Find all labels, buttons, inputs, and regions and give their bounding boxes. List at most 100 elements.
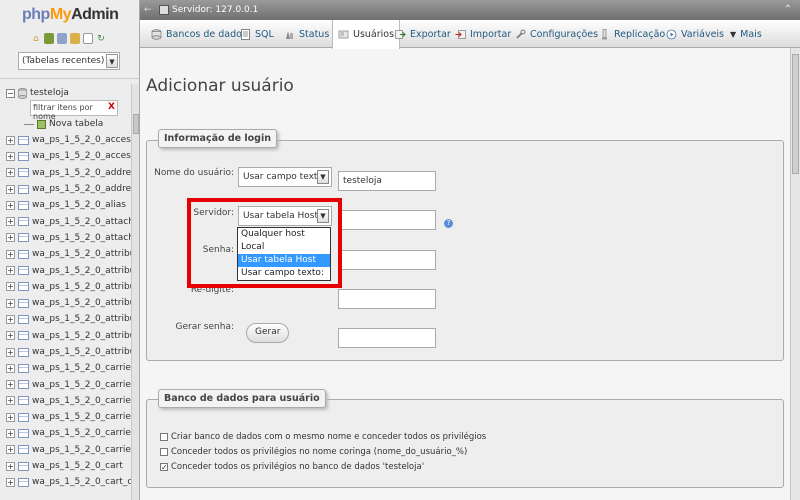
table-item[interactable]: + wa_ps_1_5_2_0_attribute_	[6, 262, 136, 278]
table-name: wa_ps_1_5_2_0_carrier	[32, 363, 135, 374]
collapse-icon[interactable]: −	[6, 88, 15, 98]
expand-icon[interactable]: +	[6, 445, 15, 455]
expand-icon[interactable]: +	[6, 266, 15, 276]
expand-icon[interactable]: +	[6, 233, 15, 243]
tab-import[interactable]: Importar	[450, 20, 516, 48]
docs-icon[interactable]	[70, 33, 80, 44]
table-item[interactable]: + wa_ps_1_5_2_0_attribute_	[6, 311, 136, 327]
table-item[interactable]: + wa_ps_1_5_2_0_carrier	[6, 360, 136, 376]
table-item[interactable]: + wa_ps_1_5_2_0_alias	[6, 197, 136, 213]
table-item[interactable]: + wa_ps_1_5_2_0_carrier_ta	[6, 425, 136, 441]
server-input[interactable]	[338, 210, 436, 230]
table-item[interactable]: + wa_ps_1_5_2_0_carrier_la	[6, 393, 136, 409]
expand-icon[interactable]: +	[6, 461, 15, 471]
option-row[interactable]: Conceder todos os privilégios no nome co…	[160, 447, 467, 457]
expand-icon[interactable]: +	[6, 282, 15, 292]
tab-settings[interactable]: Configurações	[510, 20, 603, 48]
nav-scrollbar[interactable]	[131, 84, 139, 500]
page-title: Adicionar usuário	[146, 76, 294, 96]
expand-icon[interactable]: +	[6, 217, 15, 227]
tab-replication[interactable]: Replicação	[594, 20, 670, 48]
table-name: wa_ps_1_5_2_0_carrier_s	[32, 412, 136, 423]
username-type-select[interactable]: Usar campo texto: ▼	[238, 167, 332, 187]
expand-icon[interactable]: +	[6, 331, 15, 341]
table-item[interactable]: + wa_ps_1_5_2_0_carrier_g	[6, 376, 136, 392]
collapse-icon[interactable]: ⌃	[784, 0, 792, 20]
password-input[interactable]	[338, 250, 436, 270]
help-icon[interactable]: ?	[444, 219, 453, 228]
filter-input[interactable]: filtrar itens por nome X	[30, 100, 118, 121]
option-row[interactable]: ✓ Conceder todos os privilégios no banco…	[160, 462, 424, 472]
back-arrow-icon[interactable]: ←	[144, 0, 152, 20]
generated-password-field[interactable]	[338, 328, 436, 348]
home-icon[interactable]: ⌂	[31, 33, 41, 44]
database-fieldset	[146, 399, 784, 488]
database-item[interactable]: − testeloja	[6, 86, 136, 100]
expand-icon[interactable]: +	[6, 428, 15, 438]
server-link[interactable]: Servidor: 127.0.0.1	[172, 0, 258, 20]
expand-icon[interactable]: +	[6, 396, 15, 406]
scrollbar-thumb[interactable]	[792, 54, 799, 174]
table-item[interactable]: + wa_ps_1_5_2_0_attribute	[6, 246, 136, 262]
tab-more[interactable]: ▼ Mais	[725, 20, 767, 48]
table-name: wa_ps_1_5_2_0_attachme	[32, 216, 136, 227]
expand-icon[interactable]: +	[6, 200, 15, 210]
expand-icon[interactable]: +	[6, 151, 15, 161]
table-item[interactable]: + wa_ps_1_5_2_0_attachme	[6, 230, 136, 246]
tab-export[interactable]: Exportar	[390, 20, 456, 48]
exit-icon[interactable]	[44, 33, 54, 44]
help-icon[interactable]	[83, 33, 93, 44]
username-input[interactable]: testeloja	[338, 171, 436, 191]
expand-icon[interactable]: +	[6, 168, 15, 178]
table-name: wa_ps_1_5_2_0_alias	[32, 200, 126, 211]
table-item[interactable]: + wa_ps_1_5_2_0_attribute_	[6, 279, 136, 295]
expand-icon[interactable]: +	[6, 477, 15, 487]
table-item[interactable]: + wa_ps_1_5_2_0_attribute_	[6, 295, 136, 311]
expand-icon[interactable]: +	[6, 184, 15, 194]
expand-icon[interactable]: +	[6, 412, 15, 422]
reload-icon[interactable]: ↻	[96, 33, 106, 44]
expand-icon[interactable]: +	[6, 314, 15, 324]
recent-tables-select[interactable]: (Tabelas recentes) ... ▼	[18, 52, 120, 70]
clear-filter-icon[interactable]: X	[108, 102, 115, 112]
phpmyadmin-logo[interactable]: phpMyAdmin	[22, 6, 119, 24]
generate-password-button[interactable]: Gerar	[246, 323, 290, 343]
table-item[interactable]: + wa_ps_1_5_2_0_carrier_s	[6, 409, 136, 425]
expand-icon[interactable]: +	[6, 363, 15, 373]
retype-password-input[interactable]	[338, 289, 436, 309]
database-tree: − testeloja filtrar itens por nome X Nov…	[6, 86, 136, 491]
expand-icon[interactable]: +	[6, 347, 15, 357]
checkbox-checked[interactable]: ✓	[160, 463, 168, 472]
more-icon: ▼	[730, 29, 737, 39]
option-row[interactable]: Criar banco de dados com o mesmo nome e …	[160, 432, 486, 442]
checkbox[interactable]	[160, 448, 168, 456]
scrollbar-thumb[interactable]	[133, 114, 139, 134]
export-icon	[395, 29, 406, 39]
table-item[interactable]: + wa_ps_1_5_2_0_carrier_z	[6, 442, 136, 458]
main-scrollbar[interactable]	[790, 48, 800, 500]
database-legend: Banco de dados para usuário	[158, 389, 326, 408]
table-item[interactable]: + wa_ps_1_5_2_0_attribute_	[6, 328, 136, 344]
tab-sql[interactable]: SQL	[235, 20, 279, 48]
table-icon	[18, 347, 29, 357]
table-item[interactable]: + wa_ps_1_5_2_0_address	[6, 165, 136, 181]
table-item[interactable]: + wa_ps_1_5_2_0_cart_cart	[6, 474, 136, 490]
navigation-panel: phpMyAdmin ⌂ ↻ (Tabelas recentes) ... ▼ …	[0, 0, 140, 500]
expand-icon[interactable]: +	[6, 380, 15, 390]
table-name: wa_ps_1_5_2_0_attribute_	[32, 281, 136, 292]
expand-icon[interactable]: +	[6, 135, 15, 145]
expand-icon[interactable]: +	[6, 249, 15, 259]
table-item[interactable]: + wa_ps_1_5_2_0_accessor	[6, 148, 136, 164]
query-icon[interactable]	[57, 33, 67, 44]
table-item[interactable]: + wa_ps_1_5_2_0_address_	[6, 181, 136, 197]
table-item[interactable]: + wa_ps_1_5_2_0_cart	[6, 458, 136, 474]
table-item[interactable]: + wa_ps_1_5_2_0_attribute_	[6, 344, 136, 360]
chevron-down-icon: ▼	[106, 54, 118, 68]
checkbox[interactable]	[160, 433, 168, 441]
tab-variables[interactable]: Variáveis	[661, 20, 729, 48]
table-item[interactable]: + wa_ps_1_5_2_0_access	[6, 132, 136, 148]
table-item[interactable]: + wa_ps_1_5_2_0_attachme	[6, 213, 136, 229]
tab-status[interactable]: Status	[279, 20, 334, 48]
table-name: wa_ps_1_5_2_0_attribute_	[32, 330, 136, 341]
expand-icon[interactable]: +	[6, 298, 15, 308]
